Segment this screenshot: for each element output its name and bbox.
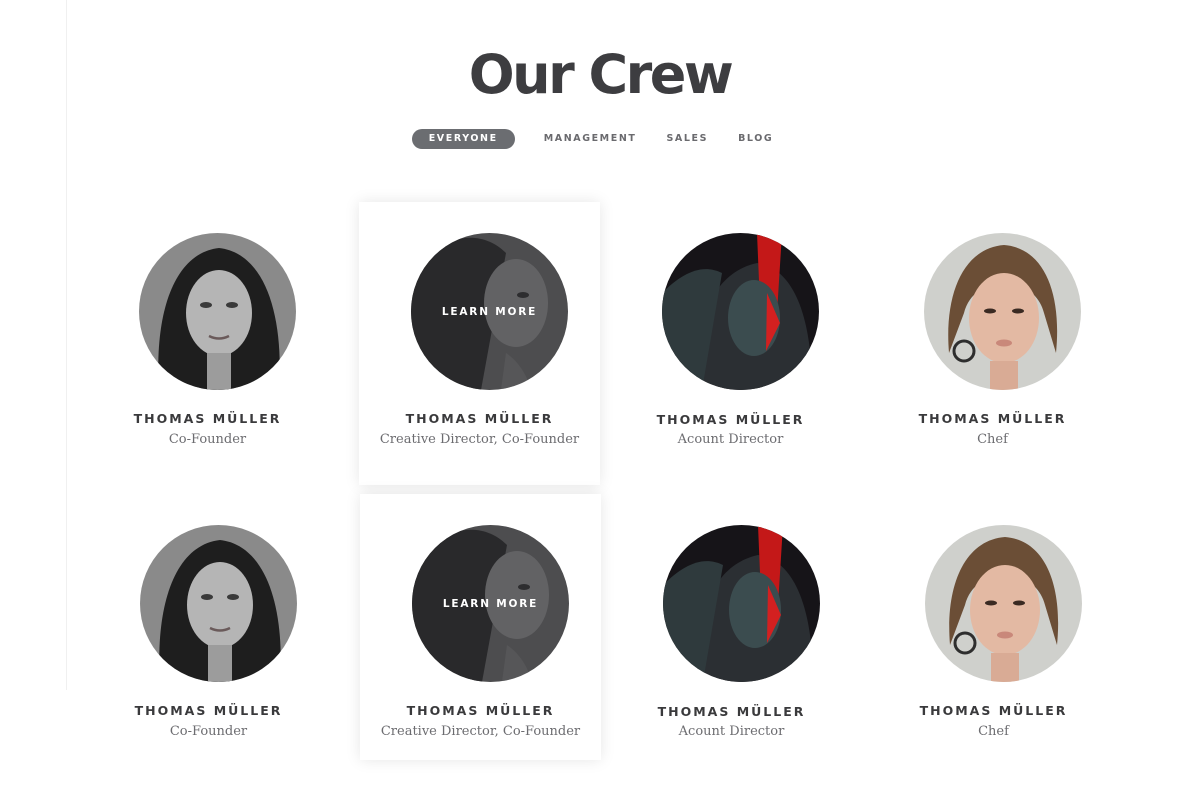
member-role: Co-Founder [169, 724, 248, 739]
team-card[interactable]: THOMAS MÜLLER Co-Founder [87, 202, 328, 485]
member-photo[interactable] [924, 233, 1081, 390]
filter-everyone[interactable]: EVERYONE [411, 129, 515, 149]
member-name: THOMAS MÜLLER [406, 703, 555, 718]
filter-management[interactable]: MANAGEMENT [529, 129, 652, 149]
member-photo[interactable] [925, 525, 1082, 682]
filter-blog[interactable]: BLOG [723, 129, 788, 149]
member-photo[interactable] [140, 525, 297, 682]
member-role: Creative Director, Co-Founder [380, 724, 581, 739]
member-name: THOMAS MÜLLER [405, 411, 554, 426]
learn-more-label: LEARN MORE [441, 305, 538, 318]
learn-more-overlay[interactable]: LEARN MORE [412, 525, 569, 682]
member-name: THOMAS MÜLLER [919, 703, 1068, 718]
member-photo[interactable] [139, 233, 296, 390]
team-card[interactable]: THOMAS MÜLLER Chef [873, 494, 1114, 777]
team-card[interactable]: THOMAS MÜLLER Co-Founder [88, 494, 329, 777]
member-name: THOMAS MÜLLER [134, 703, 283, 718]
member-role: Co-Founder [168, 432, 247, 447]
learn-more-label: LEARN MORE [442, 597, 539, 610]
filter-nav: EVERYONE MANAGEMENT SALES BLOG [0, 129, 1200, 149]
team-card-hovered[interactable]: LEARN MORE THOMAS MÜLLER Creative Direct… [359, 202, 600, 485]
member-photo[interactable]: LEARN MORE [411, 233, 568, 390]
team-card-hovered[interactable]: LEARN MORE THOMAS MÜLLER Creative Direct… [360, 494, 601, 760]
member-photo[interactable] [662, 233, 819, 390]
member-name: THOMAS MÜLLER [656, 412, 805, 427]
team-card[interactable]: THOMAS MÜLLER Acount Director [611, 494, 852, 777]
member-name: THOMAS MÜLLER [657, 704, 806, 719]
member-role: Creative Director, Co-Founder [379, 432, 580, 447]
filter-sales[interactable]: SALES [651, 129, 723, 149]
member-photo[interactable] [663, 525, 820, 682]
team-card[interactable]: THOMAS MÜLLER Acount Director [610, 202, 851, 485]
member-role: Chef [978, 724, 1009, 739]
member-name: THOMAS MÜLLER [133, 411, 282, 426]
learn-more-overlay[interactable]: LEARN MORE [411, 233, 568, 390]
member-photo[interactable]: LEARN MORE [412, 525, 569, 682]
member-role: Acount Director [677, 432, 784, 447]
member-name: THOMAS MÜLLER [918, 411, 1067, 426]
team-card[interactable]: THOMAS MÜLLER Chef [872, 202, 1113, 485]
member-role: Chef [977, 432, 1008, 447]
team-page: Our Crew EVERYONE MANAGEMENT SALES BLOG … [0, 0, 1200, 800]
page-title: Our Crew [468, 43, 734, 106]
member-role: Acount Director [678, 724, 785, 739]
